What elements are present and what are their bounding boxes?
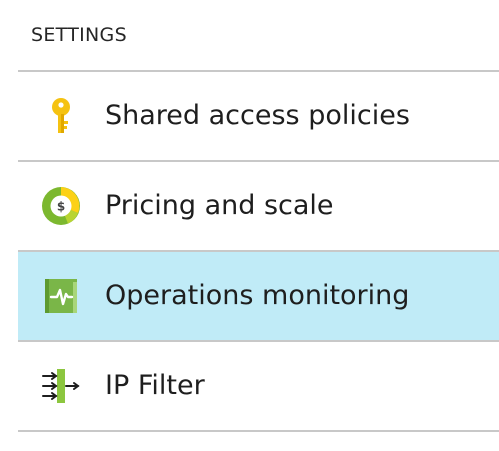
key-icon [40,95,82,137]
menu-item-ip-filter[interactable]: IP Filter [18,340,499,432]
svg-text:$: $ [57,200,65,214]
menu-item-operations-monitoring[interactable]: Operations monitoring [18,250,499,340]
menu-item-label: Pricing and scale [105,190,334,221]
pricing-icon: $ [40,185,82,227]
settings-panel: SETTINGS Shared access policies $ Pricin… [0,0,499,451]
menu-item-label: IP Filter [105,370,205,401]
menu-item-label: Shared access policies [105,100,410,131]
menu-item-label: Operations monitoring [105,280,410,311]
settings-section-header: SETTINGS [31,24,127,46]
menu-item-shared-access-policies[interactable]: Shared access policies [18,70,499,160]
monitoring-icon [40,275,82,317]
settings-menu: Shared access policies $ Pricing and sca… [18,70,499,432]
ip-filter-icon [40,365,82,407]
menu-item-pricing-and-scale[interactable]: $ Pricing and scale [18,160,499,250]
